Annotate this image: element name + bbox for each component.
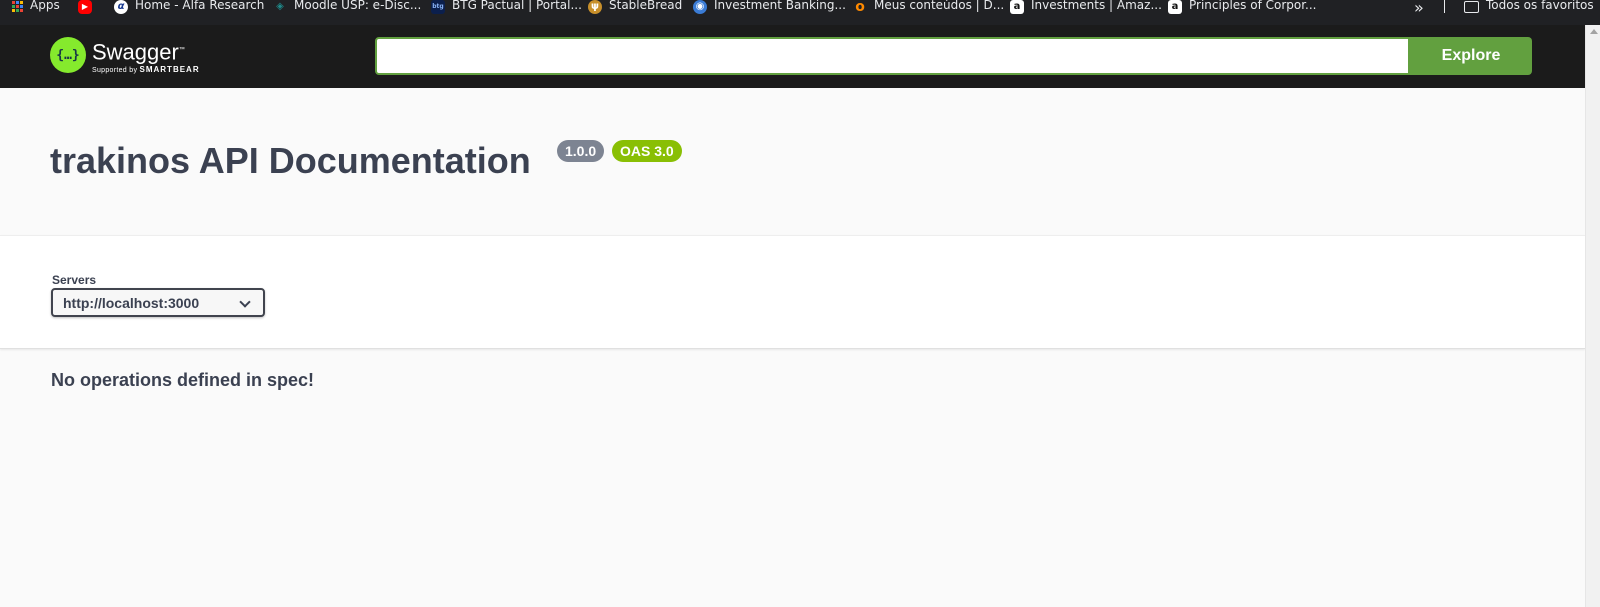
- youtube-icon: ▶: [78, 0, 92, 14]
- bookmarks-bar: Apps ▶ α Home - Alfa Research ◈ Moodle U…: [0, 0, 1600, 25]
- stablebread-icon: ψ: [588, 0, 602, 14]
- no-operations-message: No operations defined in spec!: [51, 370, 315, 390]
- alfa-icon: α: [114, 0, 128, 14]
- orange-circle-icon: o: [855, 0, 865, 15]
- apps-icon: [12, 1, 23, 12]
- bookmark-label: Home - Alfa Research: [135, 0, 265, 12]
- version-badge: 1.0.0: [557, 140, 605, 162]
- servers-select[interactable]: http://localhost:3000: [51, 288, 265, 317]
- bookmark-investment-banking[interactable]: ◉ Investment Banking...: [693, 0, 846, 14]
- swagger-logo-icon: {…}: [50, 37, 86, 73]
- bookmarks-separator: [1444, 0, 1445, 13]
- all-bookmarks-button[interactable]: Todos os favoritos: [1464, 0, 1594, 13]
- moodle-icon: ◈: [276, 1, 284, 12]
- bookmark-label: Investments | Amaz...: [1031, 0, 1162, 12]
- chevron-down-icon: [239, 296, 251, 308]
- bookmark-label: Investment Banking...: [714, 0, 846, 12]
- bookmark-label: StableBread: [609, 0, 683, 12]
- bookmark-label: Meus conteúdos | D...: [874, 0, 1005, 12]
- spec-url-input[interactable]: [375, 37, 1410, 75]
- amazon-icon: a: [1010, 0, 1024, 14]
- logo-name: Swagger™: [92, 39, 185, 65]
- bookmark-youtube[interactable]: ▶: [78, 0, 92, 14]
- vertical-scrollbar[interactable]: [1585, 25, 1600, 607]
- swagger-topbar: {…} Swagger™ Supported by SMARTBEAR Expl…: [0, 25, 1585, 88]
- swagger-logo[interactable]: {…} Swagger™ Supported by SMARTBEAR: [50, 37, 200, 74]
- bookmark-label: Moodle USP: e-Disc...: [294, 0, 422, 12]
- bookmark-label: Apps: [30, 0, 60, 12]
- servers-label: Servers: [52, 273, 97, 287]
- globe-icon: ◉: [693, 0, 707, 14]
- bookmark-meus-conteudos[interactable]: o Meus conteúdos | D...: [853, 0, 1005, 15]
- amazon-icon: a: [1168, 0, 1182, 14]
- all-bookmarks-label: Todos os favoritos: [1486, 0, 1594, 12]
- bookmark-label: BTG Pactual | Portal...: [452, 0, 582, 12]
- servers-selected-value: http://localhost:3000: [63, 294, 200, 311]
- bookmark-principles-corporate[interactable]: a Principles of Corpor...: [1168, 0, 1317, 14]
- servers-section: Servers http://localhost:3000: [0, 235, 1585, 349]
- scroll-up-arrow-icon[interactable]: [1590, 29, 1598, 34]
- bookmark-investments-amazon[interactable]: a Investments | Amaz...: [1010, 0, 1162, 14]
- bookmark-apps[interactable]: Apps: [12, 0, 60, 13]
- logo-glyph: {…}: [56, 47, 80, 63]
- logo-trademark: ™: [178, 47, 185, 53]
- bookmark-btg[interactable]: btg BTG Pactual | Portal...: [431, 0, 582, 14]
- explore-button[interactable]: Explore: [1410, 37, 1532, 75]
- btg-icon: btg: [431, 0, 445, 14]
- more-bookmarks-button[interactable]: »: [1414, 0, 1424, 17]
- bookmark-stablebread[interactable]: ψ StableBread: [588, 0, 683, 14]
- bookmark-alfa-research[interactable]: α Home - Alfa Research: [114, 0, 265, 14]
- info-section: trakinos API Documentation 1.0.0 OAS 3.0: [0, 88, 1585, 235]
- logo-subtitle: Supported by SMARTBEAR: [92, 65, 200, 75]
- page-title: trakinos API Documentation: [50, 140, 531, 181]
- oas-version-badge: OAS 3.0: [612, 140, 682, 162]
- bookmark-label: Principles of Corpor...: [1189, 0, 1317, 12]
- folder-icon: [1464, 0, 1479, 13]
- bookmark-moodle[interactable]: ◈ Moodle USP: e-Disc...: [273, 0, 421, 13]
